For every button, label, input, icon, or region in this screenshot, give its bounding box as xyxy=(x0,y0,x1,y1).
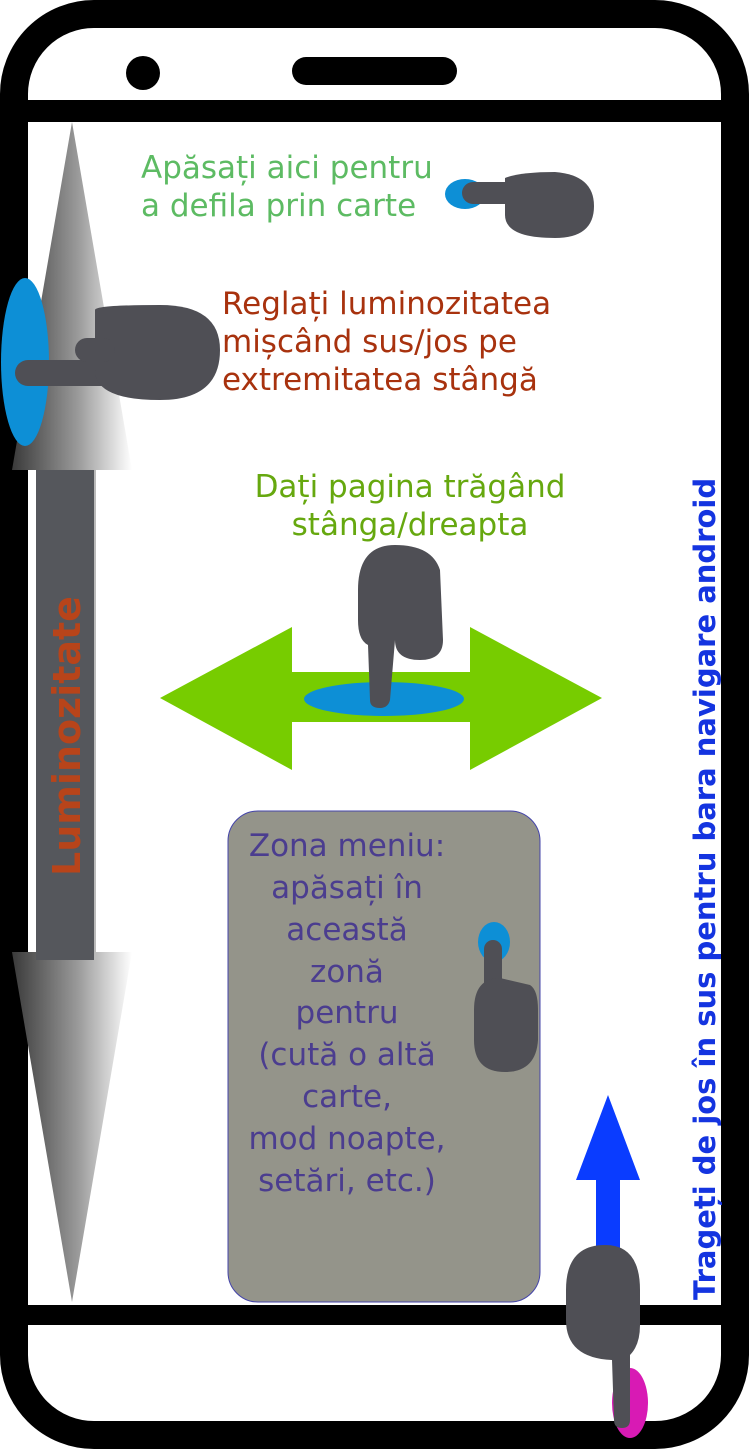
menu-line: (cută o altă xyxy=(258,1037,436,1074)
menu-zone-text[interactable]: Zona meniu: apăsați în această zonă pent… xyxy=(232,826,462,1203)
brightness-hint-line2: mișcând sus/jos pe xyxy=(222,323,517,360)
scroll-hint: Apăsați aici pentru a defila prin carte xyxy=(141,150,433,226)
menu-line: apăsați în xyxy=(271,869,423,906)
front-camera-icon xyxy=(126,56,160,90)
top-bezel-divider xyxy=(26,100,723,122)
page-hint-line1: Dați pagina trăgând xyxy=(254,469,566,505)
page-hint-line2: stânga/dreapta xyxy=(291,506,529,543)
nav-bar-hint: Trageți de jos în sus pentru bara naviga… xyxy=(688,477,722,1300)
menu-line: această xyxy=(286,911,408,948)
brightness-hint-line1: Reglați luminozitatea xyxy=(222,286,552,322)
scroll-hint-line1: Apăsați aici pentru xyxy=(141,150,433,186)
brightness-label: Luminozitate xyxy=(45,596,89,876)
menu-line: mod noapte, xyxy=(248,1120,446,1157)
nav-hand-icon xyxy=(566,1245,640,1428)
brightness-hint: Reglați luminozitatea mișcând sus/jos pe… xyxy=(222,286,551,399)
scroll-hand-icon xyxy=(462,172,594,238)
page-turn-hint: Dați pagina trăgând stânga/dreapta xyxy=(240,469,580,545)
menu-line: Zona meniu: xyxy=(248,828,446,864)
brightness-hint-line3: extremitatea stângă xyxy=(222,361,538,398)
menu-line: zonă xyxy=(310,953,384,990)
speaker-grille xyxy=(292,57,457,85)
menu-line: pentru xyxy=(295,995,399,1032)
menu-line: carte, xyxy=(302,1079,392,1116)
menu-line: setări, etc.) xyxy=(258,1162,436,1199)
scroll-hint-line2: a defila prin carte xyxy=(141,187,417,224)
